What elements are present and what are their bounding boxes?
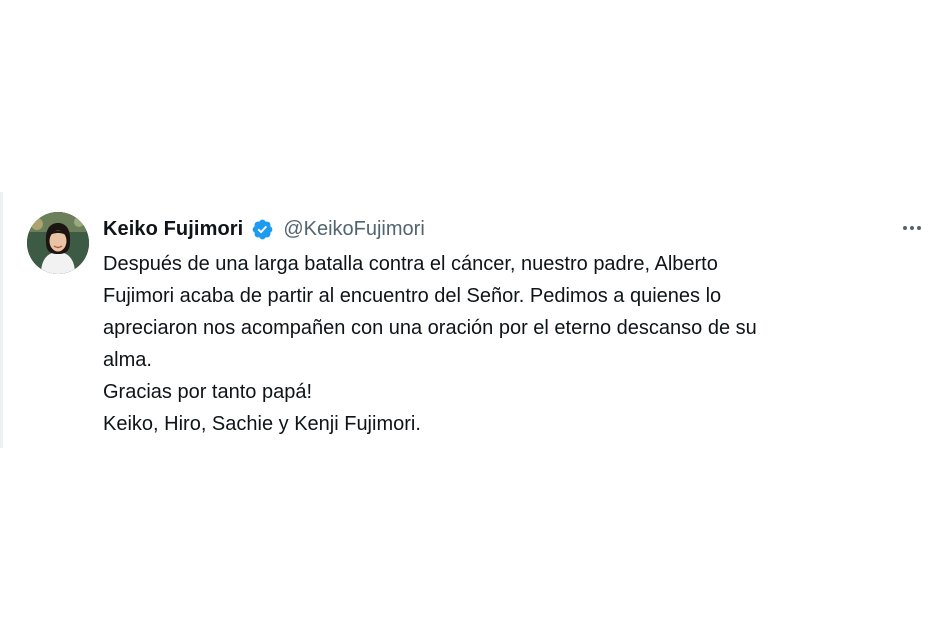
tweet-text-line: Keiko, Hiro, Sachie y Kenji Fujimori. — [103, 413, 421, 435]
more-dot — [910, 226, 914, 230]
tweet-card[interactable]: Keiko Fujimori @KeikoFujimori Después de… — [0, 192, 951, 448]
tweet-text-line: Después de una larga batalla contra el c… — [103, 253, 718, 275]
avatar[interactable] — [27, 212, 89, 274]
more-horizontal-icon[interactable] — [897, 218, 927, 238]
author-display-name[interactable]: Keiko Fujimori — [103, 218, 243, 241]
tweet-text-line: Gracias por tanto papá! — [103, 381, 313, 403]
tweet-text-line: Fujimori acaba de partir al encuentro de… — [103, 285, 722, 307]
tweet-text: Después de una larga batalla contra el c… — [103, 248, 923, 440]
card-edge — [0, 192, 3, 448]
tweet-text-line: alma. — [103, 349, 152, 371]
author-handle[interactable]: @KeikoFujimori — [283, 218, 424, 241]
avatar-photo — [27, 212, 89, 274]
verified-badge-icon — [251, 218, 274, 241]
more-dot — [917, 226, 921, 230]
tweet-header: Keiko Fujimori @KeikoFujimori — [103, 214, 425, 244]
more-dot — [903, 226, 907, 230]
tweet-text-line: apreciaron nos acompañen con una oración… — [103, 317, 757, 339]
